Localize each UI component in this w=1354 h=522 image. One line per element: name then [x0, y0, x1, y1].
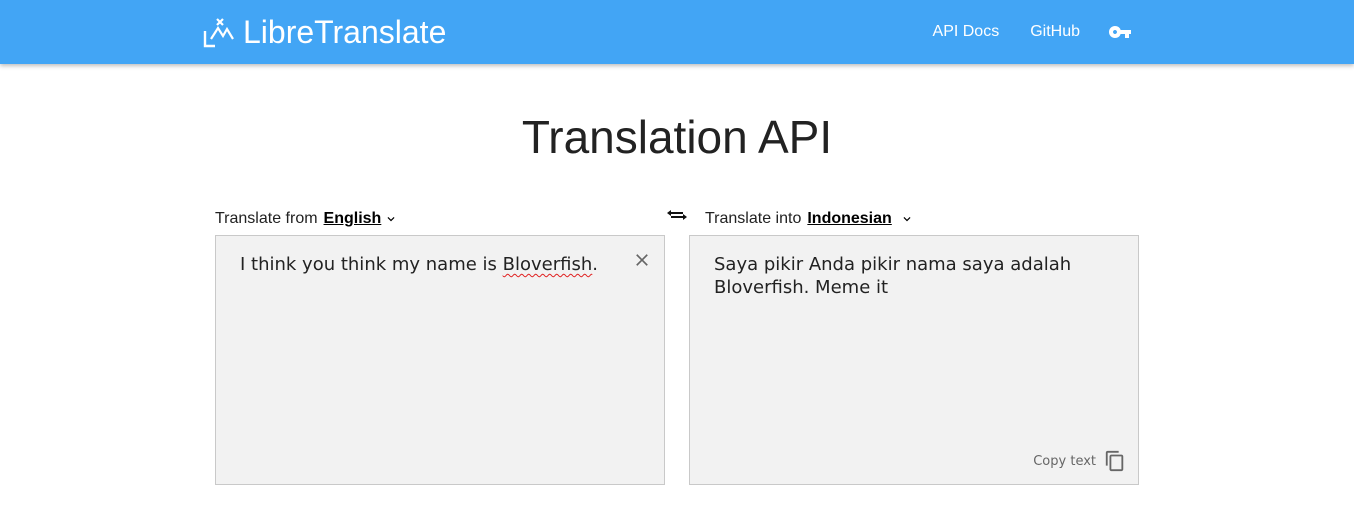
- copy-text-button[interactable]: Copy text: [1033, 450, 1126, 472]
- github-link[interactable]: GitHub: [1030, 23, 1080, 41]
- api-docs-link[interactable]: API Docs: [933, 23, 1000, 41]
- key-icon[interactable]: [1108, 20, 1132, 44]
- libretranslate-logo-icon: [203, 18, 234, 48]
- target-language-row: Translate into Indonesian: [705, 207, 914, 231]
- source-language-label: Translate from: [215, 210, 318, 227]
- translated-text: Saya pikir Anda pikir nama saya adalah B…: [714, 254, 1072, 298]
- copy-text-label: Copy text: [1033, 453, 1096, 469]
- source-text-area[interactable]: I think you think my name is Bloverfish.: [215, 235, 665, 485]
- close-icon[interactable]: [632, 250, 652, 270]
- target-language-label: Translate into: [705, 210, 802, 227]
- brand-link[interactable]: LibreTranslate: [201, 12, 446, 52]
- copy-icon: [1105, 450, 1124, 472]
- misspelled-word: Bloverfish: [502, 254, 593, 275]
- source-language-row: Translate from English: [215, 207, 398, 231]
- target-text-area: Saya pikir Anda pikir nama saya adalah B…: [689, 235, 1139, 485]
- source-text-before: I think you think my name is: [240, 254, 503, 275]
- source-language-value: English: [323, 210, 382, 227]
- target-language-select[interactable]: Indonesian: [807, 207, 913, 231]
- swap-icon[interactable]: [667, 207, 687, 223]
- chevron-down-icon: [903, 217, 911, 222]
- source-language-select[interactable]: English: [324, 207, 399, 231]
- source-text-after: .: [592, 254, 599, 275]
- source-text[interactable]: I think you think my name is Bloverfish.: [240, 253, 604, 276]
- navbar: LibreTranslate API Docs GitHub: [0, 0, 1354, 64]
- target-language-value: Indonesian: [807, 210, 892, 227]
- page-title: Translation API: [521, 111, 833, 163]
- chevron-down-icon: [387, 217, 395, 222]
- brand-name: LibreTranslate: [243, 14, 447, 50]
- nav-links: API Docs GitHub: [902, 0, 1132, 64]
